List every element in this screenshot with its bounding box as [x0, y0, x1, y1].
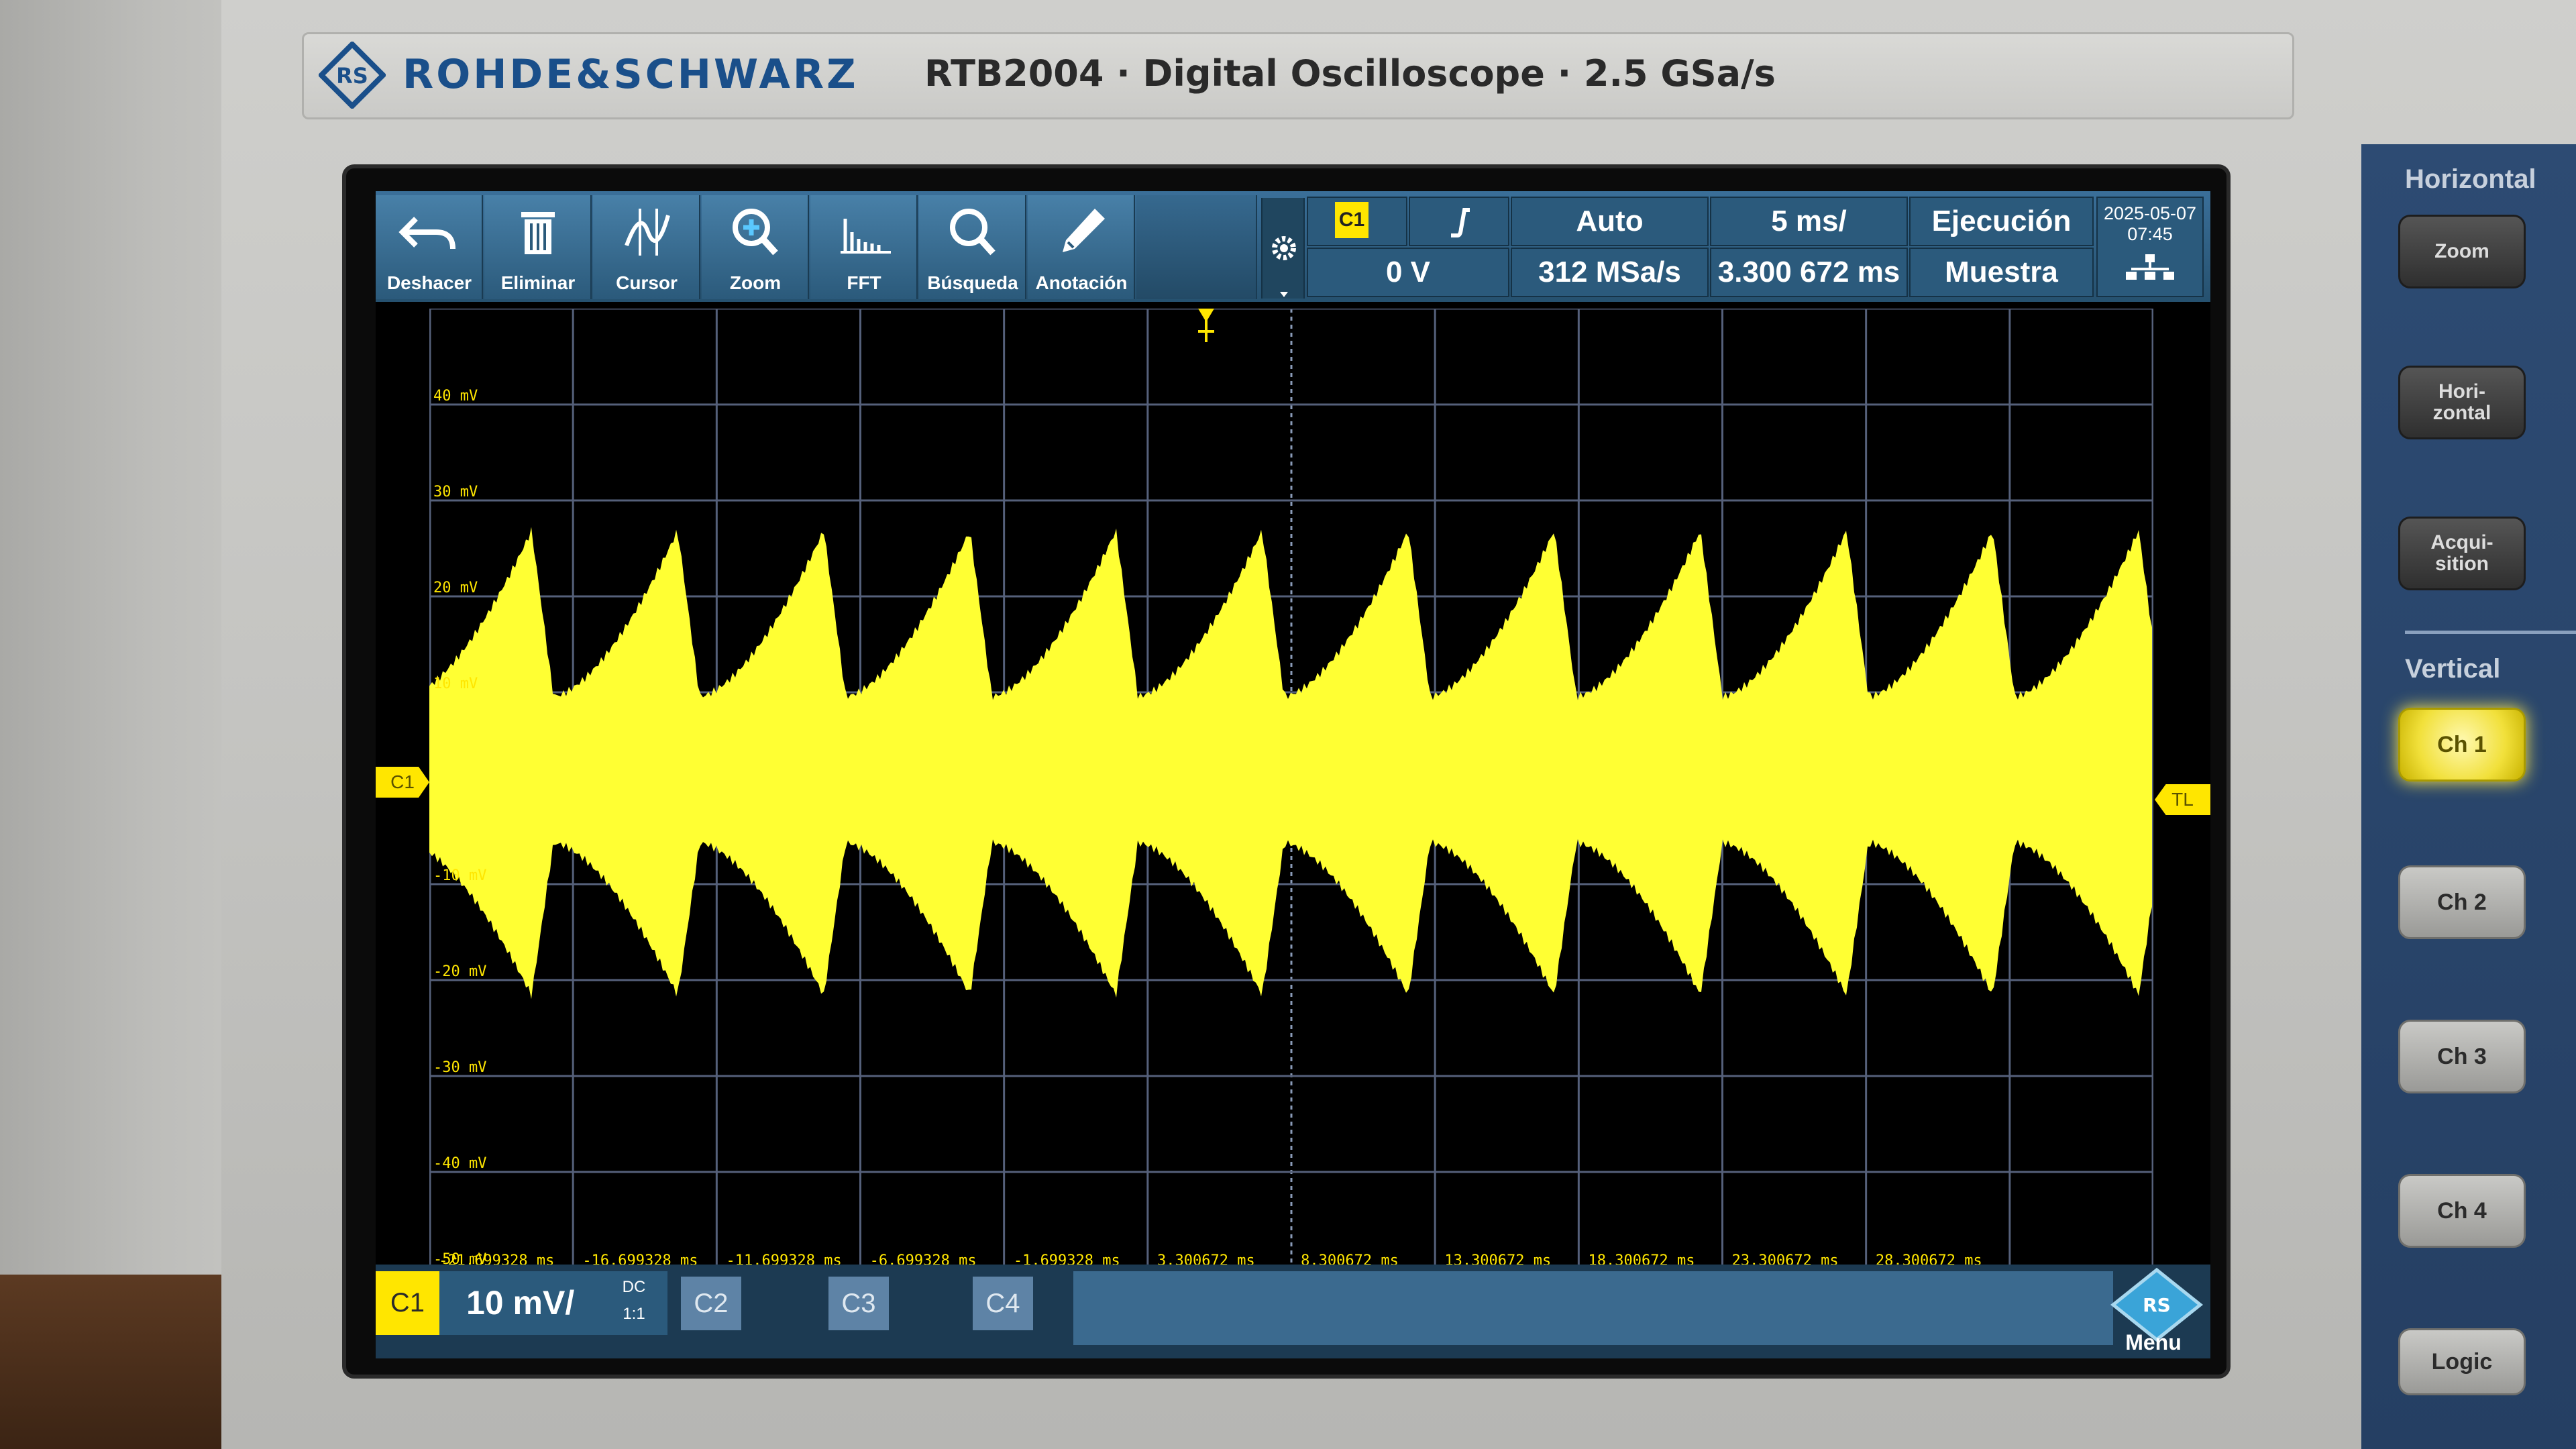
trigger-source-badge: C1: [1335, 202, 1368, 238]
delete-button[interactable]: Eliminar: [484, 195, 592, 299]
ch4-tab[interactable]: C4: [973, 1277, 1033, 1330]
cursor-button[interactable]: Cursor: [593, 195, 700, 299]
model-label: RTB2004 · Digital Oscilloscope · 2.5 GSa…: [924, 52, 1776, 95]
horizontal-hardkey[interactable]: Hori- zontal: [2398, 366, 2526, 439]
ch3-hardkey[interactable]: Ch 3: [2398, 1020, 2526, 1093]
search-icon: [950, 209, 996, 256]
toolbar: Deshacer Eliminar Cursor Zoom FFT Búsque…: [376, 191, 2210, 302]
waveform-canvas: 40 mV 30 mV 20 mV 10 mV -10 mV -20 mV -30 mV -4…: [429, 309, 2153, 1268]
zoom-hardkey[interactable]: Zoom: [2398, 215, 2526, 288]
ch1-coupling-label: DC: [622, 1278, 646, 1296]
trigger-level-cell[interactable]: 0 V: [1307, 248, 1509, 297]
background-desk: [0, 1275, 221, 1449]
brand-name: ROHDE&SCHWARZ: [402, 51, 859, 98]
network-icon: [2126, 254, 2174, 280]
y-tick-label: 40 mV: [433, 388, 478, 405]
y-tick-label: -30 mV: [433, 1059, 486, 1076]
fft-button[interactable]: FFT: [810, 195, 918, 299]
y-tick-label: -40 mV: [433, 1155, 486, 1172]
background-wall: [0, 0, 221, 1449]
ch2-hardkey[interactable]: Ch 2: [2398, 865, 2526, 939]
ch2-tab[interactable]: C2: [681, 1277, 741, 1330]
gear-icon: [1272, 236, 1296, 297]
annotation-label: Anotación: [1035, 272, 1128, 293]
y-tick-label: -20 mV: [433, 963, 486, 980]
rising-edge-icon: [1451, 208, 1470, 237]
ch1-hardkey[interactable]: Ch 1: [2398, 708, 2526, 782]
trash-icon: [521, 212, 555, 254]
control-panel: [2361, 144, 2576, 1449]
settings-gear-button[interactable]: [1261, 198, 1305, 299]
vertical-heading: Vertical: [2405, 654, 2501, 684]
date-label: 2025-05-07: [2103, 203, 2197, 223]
cursor-label: Cursor: [616, 272, 678, 293]
undo-label: Deshacer: [386, 272, 472, 293]
trigger-level-marker[interactable]: TL: [2155, 784, 2210, 815]
acquisition-hardkey[interactable]: Acqui- sition: [2398, 517, 2526, 590]
rohde-schwarz-logo-icon: RS: [319, 42, 386, 109]
ch1-waveform-envelope: [429, 527, 2152, 1000]
zoom-button[interactable]: Zoom: [702, 195, 809, 299]
zoom-icon: [733, 209, 778, 256]
y-tick-label: 20 mV: [433, 580, 478, 596]
ch1-offset-marker-label: C1: [390, 771, 415, 792]
toolbar-empty-slot[interactable]: [1136, 195, 1257, 299]
trigger-mode-cell[interactable]: Auto: [1511, 197, 1709, 246]
svg-text:RS: RS: [336, 63, 368, 89]
ch4-hardkey[interactable]: Ch 4: [2398, 1174, 2526, 1248]
cursor-icon: [625, 209, 670, 256]
pencil-icon: [1063, 209, 1105, 252]
y-tick-label: 30 mV: [433, 484, 478, 500]
run-state-cell[interactable]: Ejecución: [1909, 197, 2094, 246]
oscilloscope-screen: Deshacer Eliminar Cursor Zoom FFT Búsque…: [376, 191, 2210, 1358]
channel-bar-empty: [1073, 1271, 2113, 1345]
logic-hardkey[interactable]: Logic: [2398, 1328, 2526, 1395]
fft-label: FFT: [847, 272, 881, 293]
channel-bar: C1 10 mV/ DC 1:1 C2 C3 C4 RS Menu: [376, 1265, 2210, 1358]
undo-button[interactable]: Deshacer: [376, 195, 483, 299]
trigger-slope-cell[interactable]: [1409, 197, 1509, 246]
delete-label: Eliminar: [500, 272, 576, 293]
ch1-probe-label: 1:1: [623, 1305, 645, 1323]
time-scale-cell[interactable]: 5 ms/: [1710, 197, 1908, 246]
search-label: Búsqueda: [927, 272, 1018, 293]
search-button[interactable]: Búsqueda: [919, 195, 1026, 299]
ch1-offset-marker[interactable]: C1: [376, 767, 429, 798]
fft-icon: [841, 219, 891, 254]
panel-divider: [2405, 631, 2576, 634]
menu-label: Menu: [2125, 1330, 2182, 1354]
horizontal-heading: Horizontal: [2405, 164, 2536, 194]
zoom-label: Zoom: [729, 272, 782, 293]
acquisition-mode-cell[interactable]: Muestra: [1909, 248, 2094, 297]
ch3-tab[interactable]: C3: [828, 1277, 889, 1330]
rs-logo-icon: RS: [2143, 1294, 2171, 1316]
date-time-cell: 2025-05-07 07:45: [2096, 197, 2204, 297]
trigger-level-marker-label: TL: [2171, 789, 2194, 810]
ch1-trace: [429, 527, 2152, 1000]
time-offset-cell[interactable]: 3.300 672 ms: [1710, 248, 1908, 297]
undo-icon: [398, 217, 455, 250]
trigger-position-marker[interactable]: [1198, 309, 1214, 342]
y-tick-label: 10 mV: [433, 676, 478, 692]
sample-rate-cell: 312 MSa/s: [1511, 248, 1709, 297]
ch1-tab[interactable]: C1: [376, 1271, 439, 1335]
time-label: 07:45: [2127, 224, 2173, 244]
annotation-button[interactable]: Anotación: [1028, 195, 1135, 299]
waveform-plot[interactable]: 40 mV 30 mV 20 mV 10 mV -10 mV -20 mV -30 mV -4…: [429, 309, 2153, 1268]
y-tick-label: -10 mV: [433, 867, 486, 884]
ch1-coupling: DC 1:1: [614, 1274, 654, 1328]
